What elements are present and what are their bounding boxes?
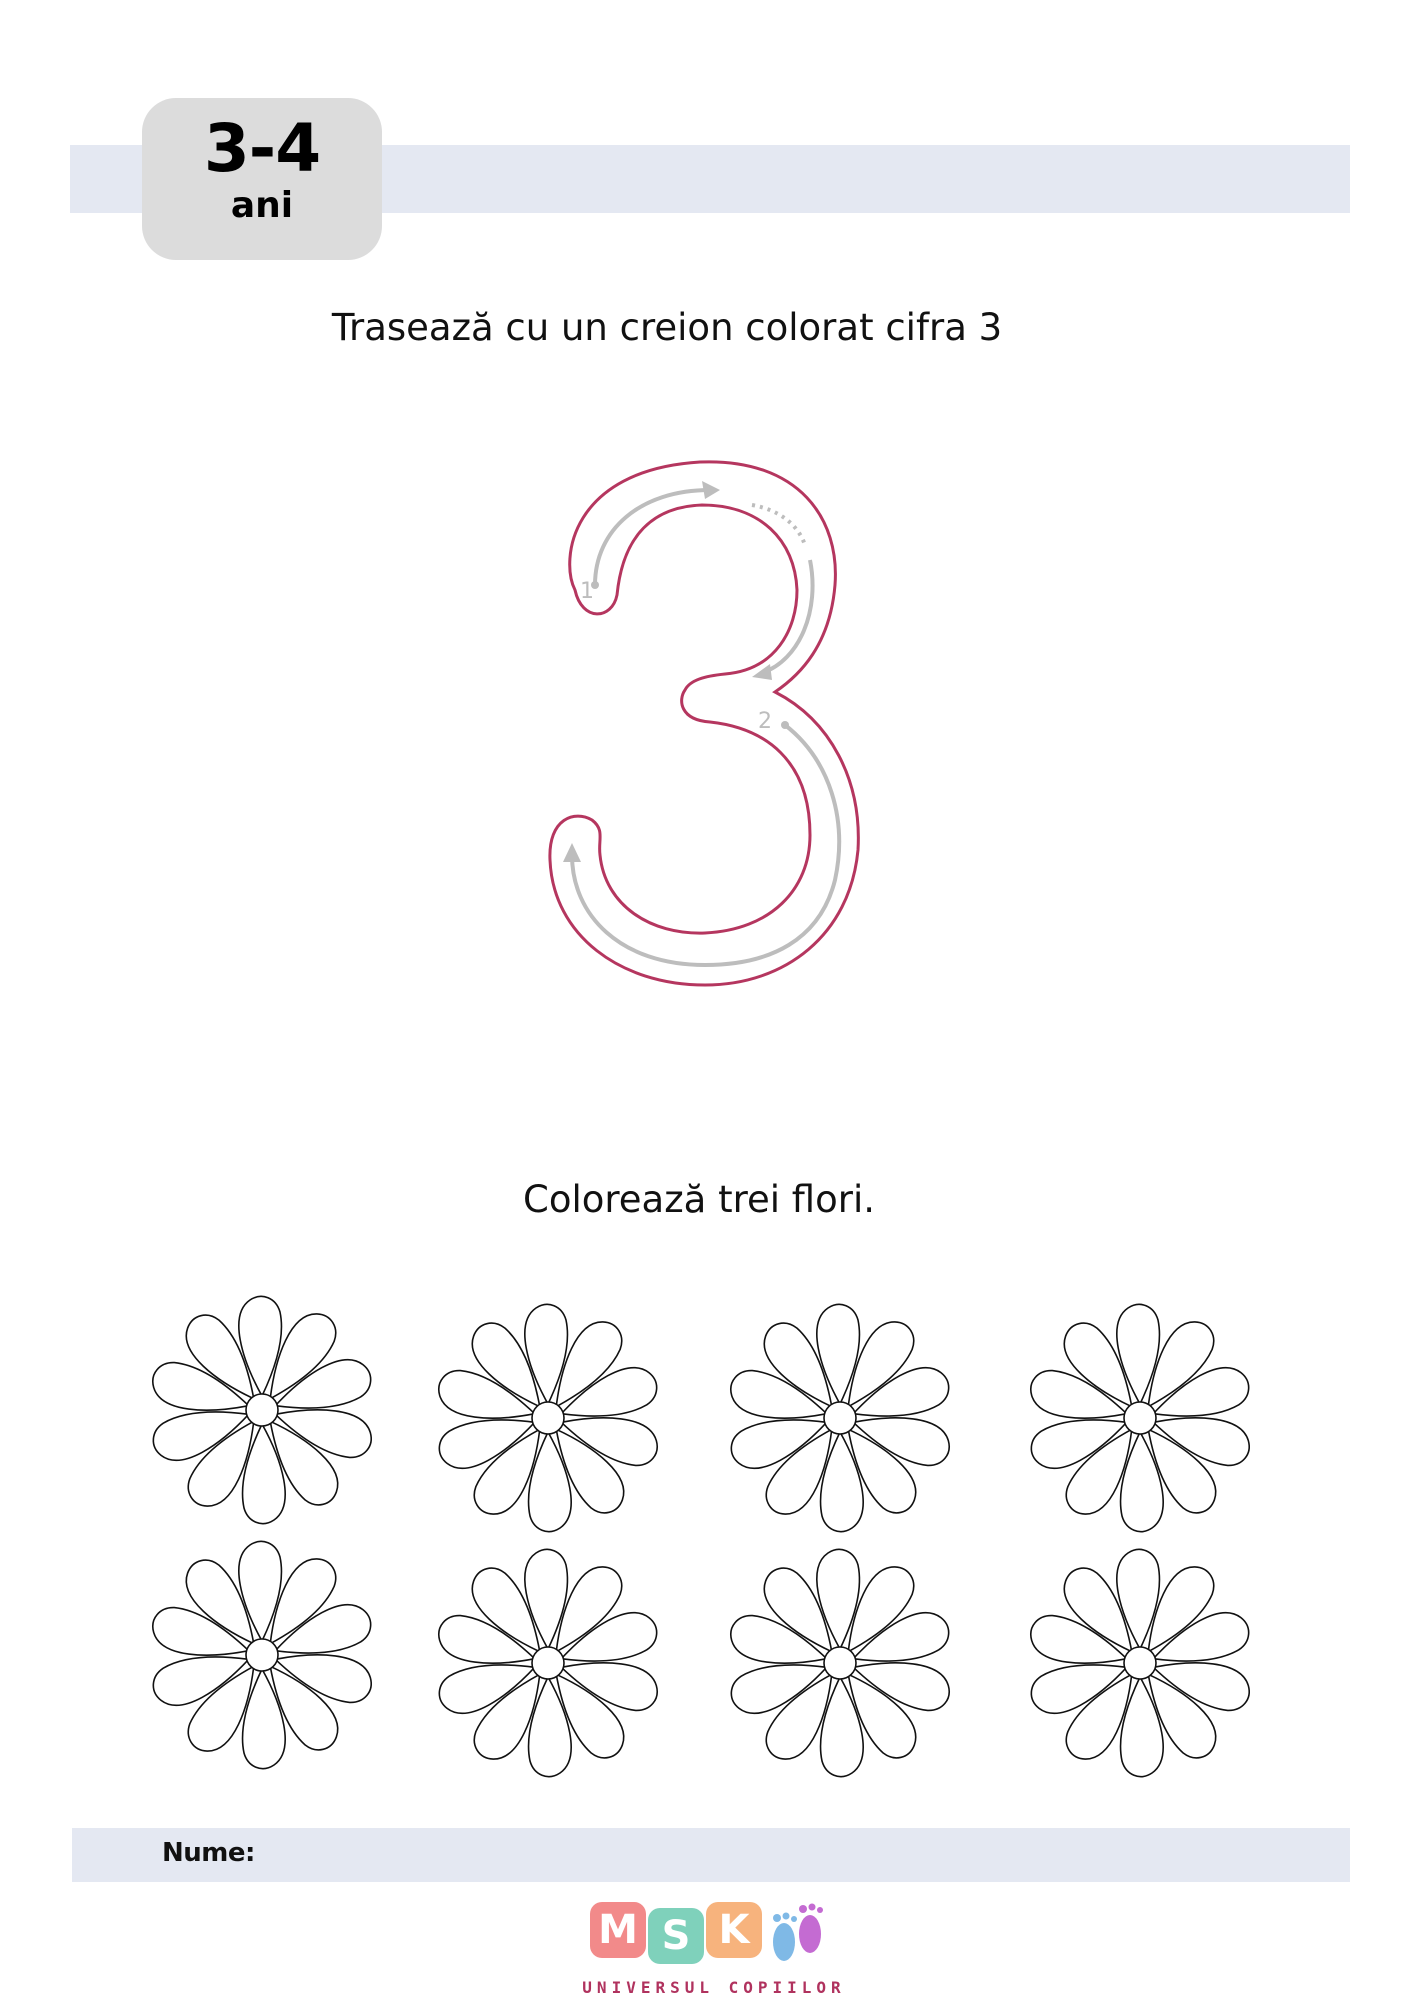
flower-7[interactable] (724, 1548, 956, 1778)
logo-letter-k: K (706, 1902, 762, 1958)
age-unit: ani (230, 185, 294, 226)
flower-row-2 (146, 1540, 1256, 1778)
stroke-number-1: 1 (580, 579, 594, 604)
name-label: Nume: (162, 1838, 255, 1868)
flower-8[interactable] (1024, 1548, 1256, 1778)
logo-letter-s: S (648, 1908, 704, 1964)
guide-arrow-1 (702, 481, 720, 499)
stroke-number-2: 2 (758, 709, 772, 734)
flowers-grid (146, 1295, 1256, 1778)
footprints-icon (773, 1903, 823, 1961)
digit-outline (548, 460, 860, 987)
guide-stroke-2 (570, 723, 842, 968)
name-band: Nume: (72, 1828, 1350, 1882)
flower-row-1 (146, 1295, 1256, 1533)
digit-three-tracing: 1 2 (548, 460, 860, 987)
age-badge: 3-4 ani (142, 98, 382, 260)
trace-instruction: Trasează cu un creion colorat cifra 3 (331, 306, 1003, 349)
flower-6[interactable] (432, 1548, 664, 1778)
flower-2[interactable] (432, 1303, 664, 1533)
logo-letter-m: M (590, 1902, 646, 1958)
flower-1[interactable] (146, 1295, 378, 1525)
flower-4[interactable] (1024, 1303, 1256, 1533)
guide-arrow-3 (563, 843, 581, 862)
flower-5[interactable] (146, 1540, 378, 1770)
age-number: 3-4 (203, 110, 321, 187)
logo-tagline: UNIVERSUL COPIILOR (582, 1978, 846, 1997)
color-instruction: Colorează trei flori. (523, 1178, 875, 1221)
flower-3[interactable] (724, 1303, 956, 1533)
start-dot-2 (781, 721, 789, 729)
msk-logo: M S K UNIVERSUL COPIILOR (582, 1896, 850, 2000)
